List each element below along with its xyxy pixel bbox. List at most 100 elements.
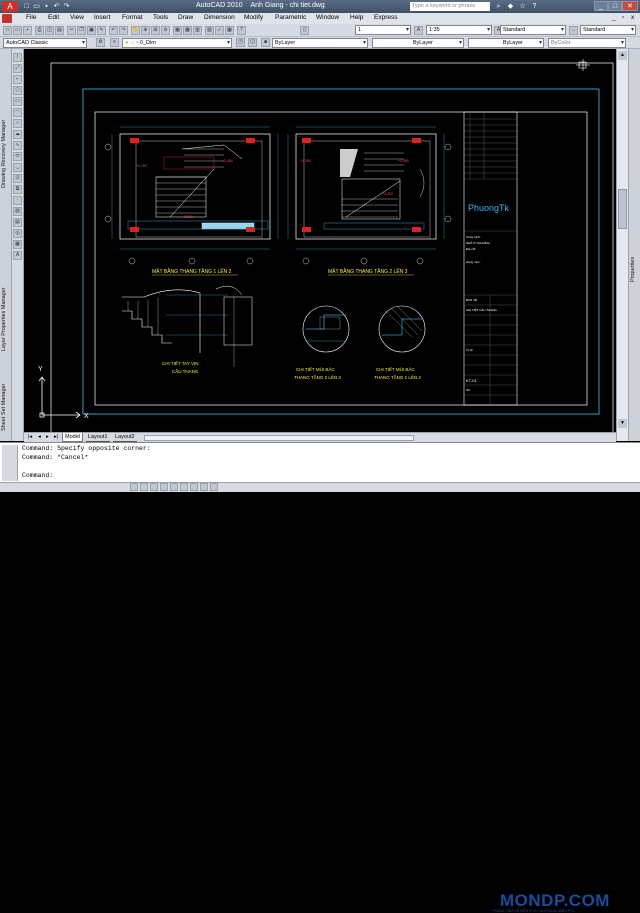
maximize-button[interactable]: □ bbox=[608, 1, 622, 11]
minimize-button[interactable]: _ bbox=[594, 1, 608, 11]
horizontal-scrollbar[interactable] bbox=[144, 435, 414, 441]
layer-previous-icon[interactable]: ◲ bbox=[248, 38, 257, 47]
new-icon[interactable]: □ bbox=[22, 2, 31, 11]
tab-layer-properties[interactable]: Layer Properties Manager bbox=[1, 244, 11, 394]
multiline-text-icon[interactable]: A bbox=[13, 251, 22, 260]
paste-icon[interactable]: ▣ bbox=[87, 26, 96, 35]
color-combo[interactable]: ByLayer bbox=[272, 38, 368, 48]
markup-icon[interactable]: ✓ bbox=[215, 26, 224, 35]
search-icon[interactable]: ⌕ bbox=[494, 2, 503, 11]
gear-icon[interactable]: ⚙ bbox=[96, 38, 105, 47]
help-icon[interactable]: ? bbox=[530, 2, 539, 11]
sheet-set-icon[interactable]: ▧ bbox=[205, 26, 214, 35]
dim-style-icon[interactable]: ↔ bbox=[569, 26, 578, 35]
revision-cloud-icon[interactable]: ☁ bbox=[13, 130, 22, 139]
lineweight-combo[interactable]: ByLayer bbox=[468, 38, 544, 48]
doc-close-icon[interactable]: x bbox=[631, 14, 634, 21]
snap-icon[interactable] bbox=[130, 483, 138, 491]
design-center-icon[interactable]: ▩ bbox=[183, 26, 192, 35]
annotation-scale-combo[interactable]: 1:35 bbox=[426, 25, 492, 35]
plotstyle-combo[interactable]: ByColor bbox=[548, 38, 626, 48]
workspace-combo[interactable]: AutoCAD Classic bbox=[3, 38, 87, 48]
circle-icon[interactable]: ○ bbox=[13, 119, 22, 128]
lwt-icon[interactable] bbox=[210, 483, 218, 491]
drawing-canvas[interactable]: +2.150 +3.450 +0.000 +3.300 +4.500 +3.30… bbox=[24, 49, 616, 439]
close-button[interactable]: ✕ bbox=[622, 1, 638, 11]
layer-manager-icon[interactable]: ≡ bbox=[110, 38, 119, 47]
menu-help[interactable]: Help bbox=[350, 14, 363, 21]
command-grip[interactable] bbox=[2, 445, 18, 481]
line-icon[interactable]: / bbox=[13, 53, 22, 62]
subscription-icon[interactable]: ◆ bbox=[506, 2, 515, 11]
rectangle-icon[interactable]: ▭ bbox=[13, 97, 22, 106]
tab-nav-prev-icon[interactable]: ◂ bbox=[36, 433, 43, 442]
zoom-window-icon[interactable]: ⊞ bbox=[151, 26, 160, 35]
point-icon[interactable]: · bbox=[13, 196, 22, 205]
menu-tools[interactable]: Tools bbox=[153, 14, 168, 21]
tab-nav-first-icon[interactable]: |◂ bbox=[26, 433, 34, 442]
open-drawing-icon[interactable]: ▭ bbox=[13, 26, 22, 35]
menu-view[interactable]: View bbox=[70, 14, 84, 21]
command-window[interactable]: Command: Specify opposite corner: Comman… bbox=[0, 442, 640, 913]
dyn-icon[interactable] bbox=[200, 483, 208, 491]
region-icon[interactable]: ◎ bbox=[13, 229, 22, 238]
menu-draw[interactable]: Draw bbox=[178, 14, 193, 21]
linetype-combo[interactable]: ByLayer bbox=[372, 38, 464, 48]
make-block-icon[interactable]: ⧉ bbox=[13, 185, 22, 194]
tab-properties[interactable]: Properties bbox=[630, 239, 640, 299]
menu-edit[interactable]: Edit bbox=[48, 14, 59, 21]
properties-icon[interactable]: ▦ bbox=[173, 26, 182, 35]
ellipse-arc-icon[interactable]: ◡ bbox=[13, 163, 22, 172]
calculator-icon[interactable]: ▦ bbox=[225, 26, 234, 35]
menu-modify[interactable]: Modify bbox=[244, 14, 263, 21]
redo-tool-icon[interactable]: ↷ bbox=[119, 26, 128, 35]
color-swatch-icon[interactable]: ■ bbox=[261, 38, 270, 47]
ducs-icon[interactable] bbox=[190, 483, 198, 491]
otrack-icon[interactable] bbox=[180, 483, 188, 491]
osnap-icon[interactable] bbox=[170, 483, 178, 491]
tab-drawing-recovery[interactable]: Drawing Recovery Manager bbox=[1, 99, 11, 209]
construction-line-icon[interactable]: ⤢ bbox=[13, 64, 22, 73]
cut-icon[interactable]: ✂ bbox=[67, 26, 76, 35]
open-icon[interactable]: ▭ bbox=[32, 2, 41, 11]
hatch-icon[interactable]: ▨ bbox=[13, 207, 22, 216]
menu-parametric[interactable]: Parametric bbox=[275, 14, 306, 21]
tab-nav-next-icon[interactable]: ▸ bbox=[44, 433, 51, 442]
table-icon[interactable]: ▦ bbox=[13, 240, 22, 249]
text-style-combo[interactable]: Standard bbox=[500, 25, 566, 35]
copy-icon[interactable]: ❐ bbox=[77, 26, 86, 35]
search-input[interactable]: Type a keyword or phrase bbox=[410, 2, 490, 11]
scroll-down-icon[interactable]: ▼ bbox=[618, 419, 627, 428]
match-properties-icon[interactable]: ✎ bbox=[97, 26, 106, 35]
dim-style-combo[interactable]: Standard bbox=[580, 25, 636, 35]
tab-nav-last-icon[interactable]: ▸| bbox=[52, 433, 60, 442]
polar-icon[interactable] bbox=[160, 483, 168, 491]
vertical-scrollbar[interactable]: ▲ ▼ bbox=[616, 49, 628, 441]
scroll-thumb[interactable] bbox=[618, 189, 627, 229]
new-drawing-icon[interactable]: □ bbox=[3, 26, 12, 35]
viewport-icon[interactable]: ▯ bbox=[300, 26, 309, 35]
tab-layout1[interactable]: Layout1 bbox=[86, 433, 110, 442]
menu-format[interactable]: Format bbox=[122, 14, 143, 21]
polygon-icon[interactable]: ⬠ bbox=[13, 86, 22, 95]
ortho-icon[interactable] bbox=[150, 483, 158, 491]
help-tool-icon[interactable]: ? bbox=[237, 26, 246, 35]
publish-icon[interactable]: ▤ bbox=[55, 26, 64, 35]
menu-dimension[interactable]: Dimension bbox=[204, 14, 235, 21]
undo-tool-icon[interactable]: ↶ bbox=[109, 26, 118, 35]
scroll-up-icon[interactable]: ▲ bbox=[618, 51, 627, 60]
doc-minimize-icon[interactable]: _ bbox=[612, 14, 616, 21]
grid-icon[interactable] bbox=[140, 483, 148, 491]
doc-restore-icon[interactable]: ▫ bbox=[622, 14, 624, 21]
menu-window[interactable]: Window bbox=[316, 14, 339, 21]
tab-layout2[interactable]: Layout2 bbox=[113, 433, 137, 442]
undo-icon[interactable]: ↶ bbox=[52, 2, 61, 11]
doc-icon[interactable] bbox=[2, 14, 12, 23]
scale-combo[interactable]: 1 bbox=[355, 25, 411, 35]
zoom-realtime-icon[interactable]: ⊕ bbox=[141, 26, 150, 35]
ellipse-icon[interactable]: ⬭ bbox=[13, 152, 22, 161]
menu-insert[interactable]: Insert bbox=[94, 14, 110, 21]
tab-sheet-set[interactable]: Sheet Set Manager bbox=[1, 377, 11, 437]
plot-icon[interactable]: ⎙ bbox=[35, 26, 44, 35]
redo-icon[interactable]: ↷ bbox=[62, 2, 71, 11]
